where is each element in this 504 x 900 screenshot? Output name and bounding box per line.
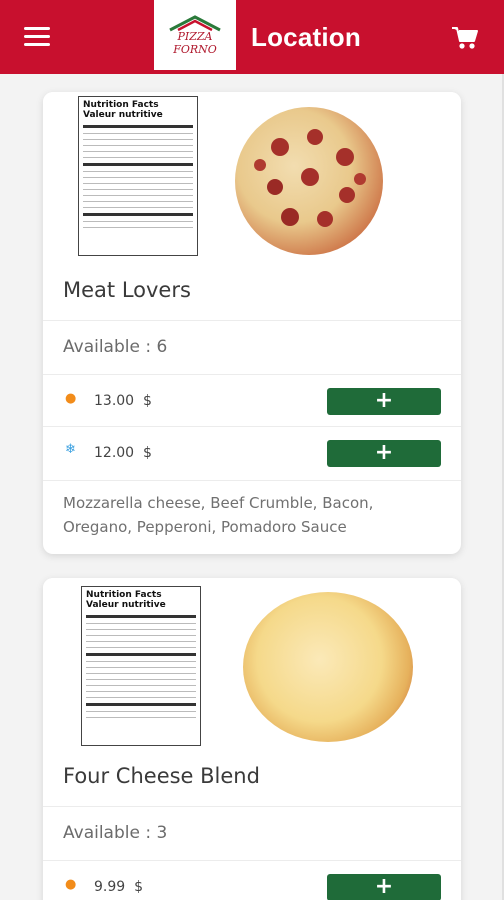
price-row: ● 9.99 $ +: [43, 860, 461, 900]
product-name-row: Meat Lovers: [43, 262, 461, 320]
description-row: Mozzarella cheese, Beef Crumble, Bacon, …: [43, 480, 461, 554]
fire-icon: ●: [65, 391, 77, 406]
brand-logo: PIZZA FORNO: [154, 0, 236, 70]
price-row: ❄ 12.00 $ +: [43, 426, 461, 480]
add-to-cart-button[interactable]: +: [327, 440, 441, 467]
price-value: 12.00 $: [94, 445, 152, 461]
product-card: Nutrition Facts Valeur nutritive Meat Lo…: [43, 92, 461, 554]
price-value: 13.00 $: [94, 393, 152, 409]
availability-text: Available : 3: [63, 823, 168, 843]
product-media: Nutrition Facts Valeur nutritive: [43, 92, 461, 262]
availability-row: Available : 6: [43, 320, 461, 374]
product-name-row: Four Cheese Blend: [43, 748, 461, 806]
shopping-cart-icon[interactable]: [451, 25, 479, 51]
product-card: Nutrition Facts Valeur nutritive Four Ch…: [43, 578, 461, 900]
product-media: Nutrition Facts Valeur nutritive: [43, 578, 461, 748]
add-to-cart-button[interactable]: +: [327, 388, 441, 415]
availability-row: Available : 3: [43, 806, 461, 860]
pizza-image: [243, 592, 413, 742]
availability-text: Available : 6: [63, 337, 168, 357]
menu-icon[interactable]: [24, 27, 50, 47]
pizza-image: [235, 107, 383, 255]
snowflake-icon: ❄: [65, 442, 76, 457]
nutrition-facts-label: Nutrition Facts Valeur nutritive: [81, 586, 201, 746]
nutrition-facts-label: Nutrition Facts Valeur nutritive: [78, 96, 198, 256]
fire-icon: ●: [65, 877, 77, 892]
logo-text: PIZZA FORNO: [173, 30, 217, 56]
product-name: Meat Lovers: [63, 278, 191, 302]
price-row: ● 13.00 $ +: [43, 374, 461, 426]
page-title: Location: [251, 22, 361, 52]
product-name: Four Cheese Blend: [63, 764, 260, 788]
product-description: Mozzarella cheese, Beef Crumble, Bacon, …: [63, 494, 374, 536]
price-value: 9.99 $: [94, 879, 143, 895]
add-to-cart-button[interactable]: +: [327, 874, 441, 900]
app-header: PIZZA FORNO Location: [0, 0, 504, 74]
pepperoni-toppings: [254, 129, 366, 227]
